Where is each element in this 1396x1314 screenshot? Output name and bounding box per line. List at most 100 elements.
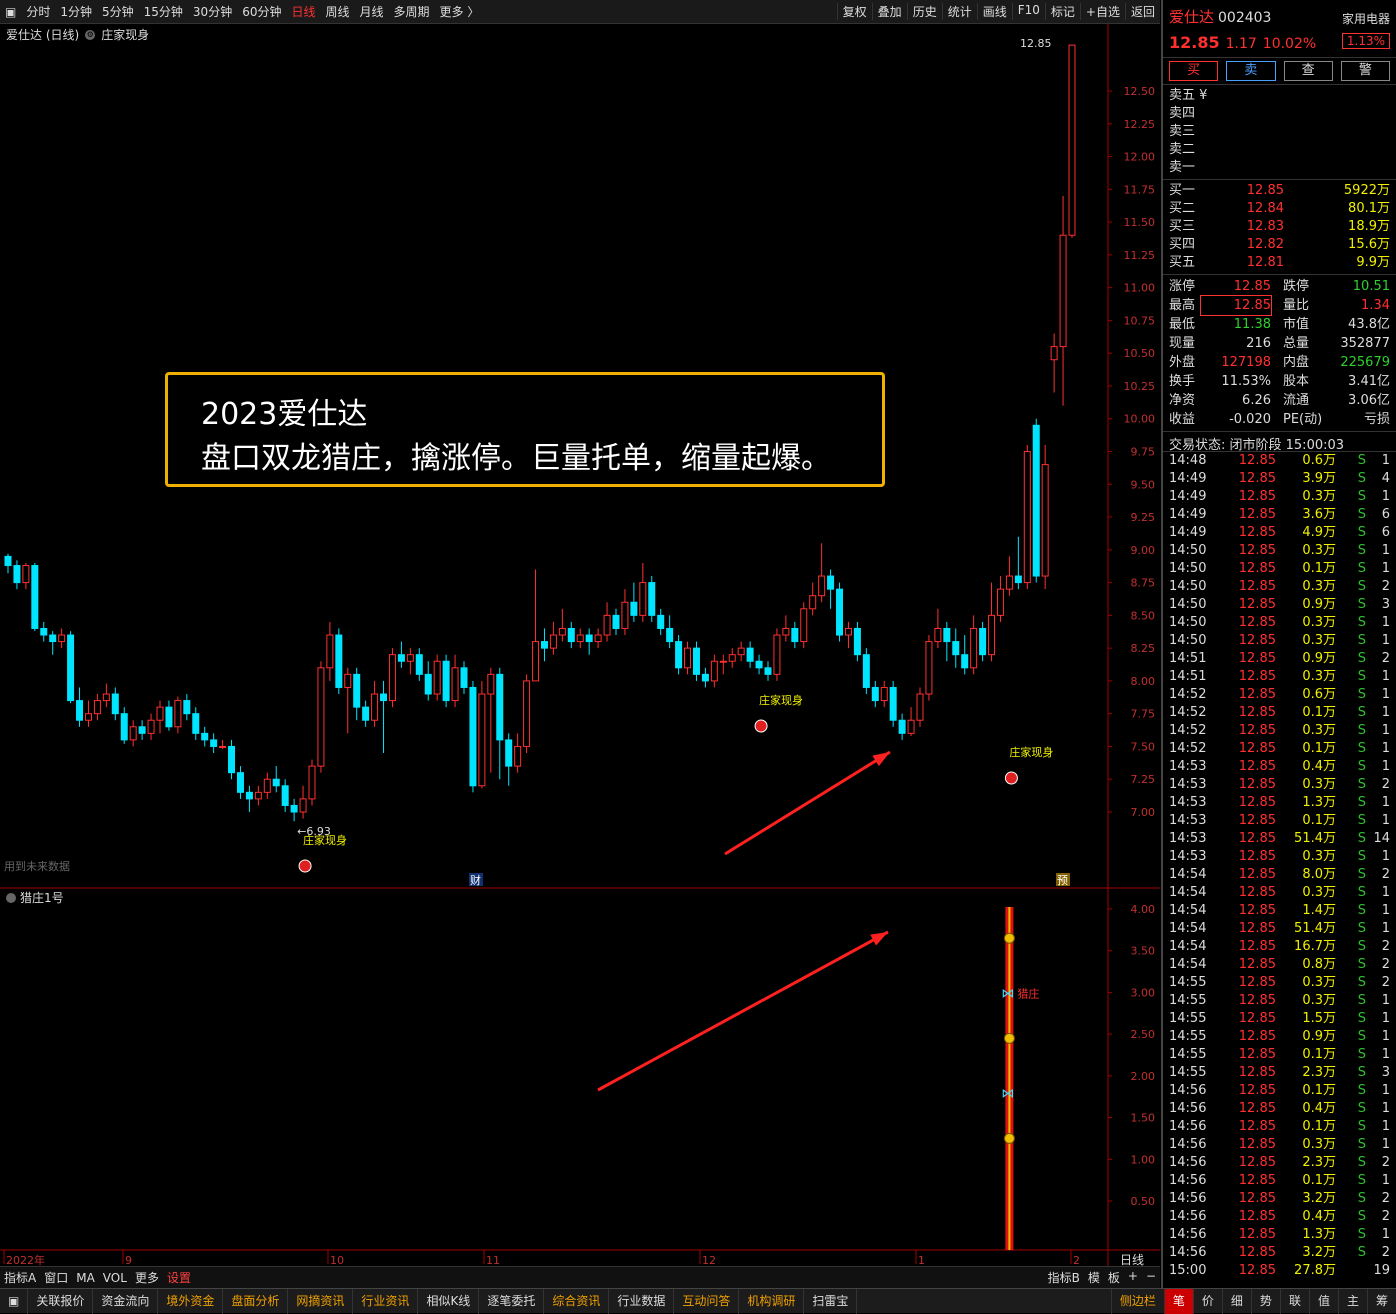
toolbar-btn-1[interactable]: 叠加 xyxy=(871,3,907,20)
period-tab-9[interactable]: 多周期 xyxy=(389,3,435,20)
period-tab-5[interactable]: 60分钟 xyxy=(237,3,286,20)
toolbar-btn-0[interactable]: 复权 xyxy=(836,3,872,20)
taskbar-menu-icon[interactable]: ▣ xyxy=(0,1288,29,1314)
tick-time: 14:48 xyxy=(1169,453,1207,468)
sub-legend-title: 猎庄1号 xyxy=(20,891,64,905)
period-tab-0[interactable]: 分时 xyxy=(21,3,55,20)
indicator-tab-2[interactable]: MA xyxy=(72,1271,99,1285)
tick-side: S xyxy=(1357,957,1366,972)
tick-time: 14:49 xyxy=(1169,489,1207,504)
indicator-tab-4[interactable]: 更多 xyxy=(131,1269,163,1286)
toolbar-btn-6[interactable]: 标记 xyxy=(1044,3,1080,20)
ask-row[interactable]: 卖四 xyxy=(1169,105,1390,123)
ask-volume xyxy=(1284,159,1390,177)
toolbar-btn-5[interactable]: F10 xyxy=(1011,3,1045,20)
taskbar-item-4[interactable]: 网摘资讯 xyxy=(288,1288,354,1314)
indicator-b-btn-1[interactable]: 模 xyxy=(1084,1269,1104,1286)
period-tab-3[interactable]: 15分钟 xyxy=(139,3,188,20)
panel-tab-7[interactable]: 筹 xyxy=(1366,1288,1396,1314)
indicator-settings-icon[interactable]: ⚙ xyxy=(85,29,96,40)
menu-icon[interactable]: ▣ xyxy=(0,5,21,19)
toolbar-btn-4[interactable]: 画线 xyxy=(976,3,1012,20)
taskbar-item-7[interactable]: 逐笔委托 xyxy=(479,1288,545,1314)
tick-count: 6 xyxy=(1381,525,1390,540)
sub-settings-icon[interactable] xyxy=(6,892,16,903)
tick-list[interactable]: 14:48 12.85 0.6万 S 1 14:49 12.85 3.9万 S 4 14:49 12.… xyxy=(1163,452,1396,1280)
toolbar-btn-8[interactable]: 返回 xyxy=(1124,3,1160,20)
period-tab-7[interactable]: 周线 xyxy=(321,3,355,20)
panel-tab-5[interactable]: 值 xyxy=(1308,1288,1338,1314)
tick-volume: 0.3万 xyxy=(1302,1137,1336,1152)
period-tab-4[interactable]: 30分钟 xyxy=(188,3,237,20)
ask-row[interactable]: 卖三 xyxy=(1169,123,1390,141)
period-tab-8[interactable]: 月线 xyxy=(355,3,389,20)
ask-row[interactable]: 卖五 ¥ xyxy=(1169,87,1390,105)
indicator-tab-0[interactable]: 指标A xyxy=(0,1269,40,1286)
industry-label[interactable]: 家用电器 xyxy=(1342,10,1390,27)
trade-button-2[interactable]: 查 xyxy=(1283,61,1333,81)
bid-row[interactable]: 买二 12.84 80.1万 xyxy=(1169,200,1390,218)
toolbar-btn-2[interactable]: 历史 xyxy=(906,3,942,20)
period-tab-2[interactable]: 5分钟 xyxy=(97,3,139,20)
taskbar-item-5[interactable]: 行业资讯 xyxy=(353,1288,419,1314)
indicator-tab-3[interactable]: VOL xyxy=(99,1271,131,1285)
panel-tab-4[interactable]: 联 xyxy=(1279,1288,1309,1314)
taskbar-item-9[interactable]: 行业数据 xyxy=(609,1288,675,1314)
ask-price xyxy=(1229,123,1284,141)
toolbar-btn-3[interactable]: 统计 xyxy=(941,3,977,20)
panel-tab-1[interactable]: 价 xyxy=(1192,1288,1222,1314)
candle-body xyxy=(183,700,191,715)
taskbar-item-11[interactable]: 机构调研 xyxy=(739,1288,805,1314)
panel-tab-3[interactable]: 势 xyxy=(1250,1288,1280,1314)
trade-button-0[interactable]: 买 xyxy=(1169,61,1219,81)
bid-row[interactable]: 买五 12.81 9.9万 xyxy=(1169,254,1390,272)
candle-body xyxy=(1068,44,1076,236)
bid-row[interactable]: 买三 12.83 18.9万 xyxy=(1169,218,1390,236)
bid-row[interactable]: 买一 12.85 5922万 xyxy=(1169,182,1390,200)
candle-body xyxy=(111,693,119,715)
panel-tab-0[interactable]: 笔 xyxy=(1163,1288,1193,1314)
indicator-tab-1[interactable]: 窗口 xyxy=(40,1269,72,1286)
taskbar-item-6[interactable]: 相似K线 xyxy=(418,1288,480,1314)
taskbar-item-2[interactable]: 境外资金 xyxy=(158,1288,224,1314)
period-tab-1[interactable]: 1分钟 xyxy=(55,3,97,20)
period-tab-6[interactable]: 日线 xyxy=(286,3,320,20)
bid-row[interactable]: 买四 12.82 15.6万 xyxy=(1169,236,1390,254)
taskbar-item-12[interactable]: 扫雷宝 xyxy=(804,1288,858,1314)
kline-svg[interactable]: 12.5012.2512.0011.7511.5011.2511.0010.75… xyxy=(0,24,1160,1267)
stat-label-2: 市值 xyxy=(1283,317,1310,332)
settings-button[interactable]: 设置 xyxy=(163,1269,195,1286)
tick-volume: 0.1万 xyxy=(1302,1083,1336,1098)
taskbar-item-3[interactable]: 盘面分析 xyxy=(223,1288,289,1314)
tick-time: 14:56 xyxy=(1169,1173,1207,1188)
tick-count: 1 xyxy=(1381,687,1390,702)
tick-price: 12.85 xyxy=(1238,939,1276,954)
taskbar-item-8[interactable]: 综合资讯 xyxy=(544,1288,610,1314)
trade-button-3[interactable]: 警 xyxy=(1340,61,1390,81)
taskbar-item-10[interactable]: 互动问答 xyxy=(674,1288,740,1314)
sidebar-toggle[interactable]: 侧边栏 xyxy=(1110,1288,1164,1314)
ask-row[interactable]: 卖一 xyxy=(1169,159,1390,177)
indicator-b-btn-3[interactable]: + xyxy=(1124,1269,1142,1286)
taskbar-item-1[interactable]: 资金流向 xyxy=(93,1288,159,1314)
trade-button-1[interactable]: 卖 xyxy=(1226,61,1276,81)
ask-price xyxy=(1229,87,1284,105)
tick-count: 2 xyxy=(1381,867,1390,882)
tick-price: 12.85 xyxy=(1238,651,1276,666)
panel-tab-6[interactable]: 主 xyxy=(1337,1288,1367,1314)
candle-body xyxy=(371,693,379,721)
tick-price: 12.85 xyxy=(1238,1029,1276,1044)
panel-tab-2[interactable]: 细 xyxy=(1221,1288,1251,1314)
toolbar-btn-7[interactable]: +自选 xyxy=(1079,3,1125,20)
tick-time: 14:53 xyxy=(1169,777,1207,792)
indicator-b-btn-4[interactable]: − xyxy=(1142,1269,1160,1286)
period-tab-10[interactable]: 更多 〉 xyxy=(435,3,485,20)
tick-row: 14:50 12.85 0.9万 S 3 xyxy=(1169,596,1390,614)
tick-time: 14:50 xyxy=(1169,579,1207,594)
indicator-b-btn-2[interactable]: 板 xyxy=(1104,1269,1124,1286)
kline-chart[interactable]: 12.50 12.25 12.00 11.75 11.50 11.25 11.00 10.75… xyxy=(0,24,1160,1267)
taskbar-item-0[interactable]: 关联报价 xyxy=(28,1288,94,1314)
tick-count: 2 xyxy=(1381,957,1390,972)
ask-row[interactable]: 卖二 xyxy=(1169,141,1390,159)
indicator-b-btn-0[interactable]: 指标B xyxy=(1044,1269,1084,1286)
